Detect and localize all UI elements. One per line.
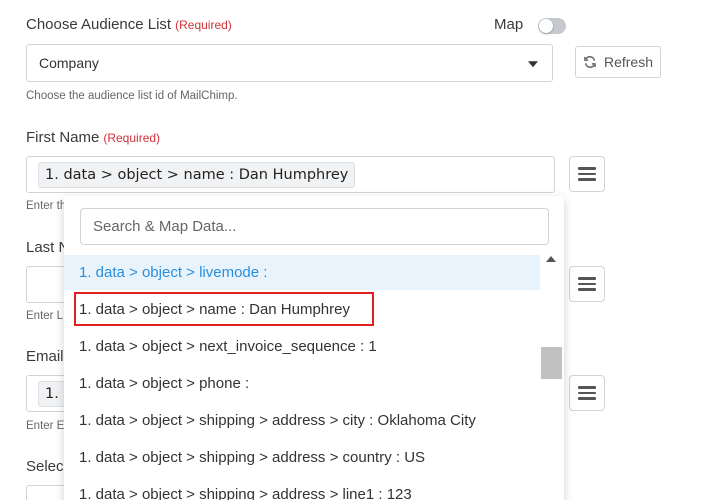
map-toggle[interactable] — [538, 18, 566, 34]
dropdown-option[interactable]: 1. data > object > livemode : — [64, 255, 540, 290]
dropdown-scrollbar[interactable] — [540, 252, 564, 500]
dropdown-option[interactable]: 1. data > object > phone : — [64, 366, 540, 401]
audience-selected-value: Company — [39, 55, 99, 71]
first-name-label: First Name (Required) — [26, 129, 160, 146]
dropdown-option[interactable]: 1. data > object > shipping > address > … — [64, 403, 540, 438]
menu-icon — [578, 167, 596, 170]
audience-hint: Choose the audience list id of MailChimp… — [26, 90, 238, 102]
mapped-token[interactable]: 1. data > object > name : Dan Humphrey — [38, 162, 356, 188]
email-label: Email — [26, 348, 64, 365]
last-name-menu-button[interactable] — [569, 266, 605, 302]
search-input[interactable]: Search & Map Data... — [80, 208, 549, 245]
dropdown-option[interactable]: 1. data > object > next_invoice_sequence… — [64, 329, 540, 364]
menu-icon — [578, 277, 596, 280]
dropdown-option[interactable]: 1. data > object > name : Dan Humphrey — [64, 292, 540, 327]
menu-icon — [578, 386, 596, 389]
refresh-button[interactable]: Refresh — [575, 46, 661, 78]
first-name-label-text: First Name — [26, 129, 100, 146]
last-name-label: Last N — [26, 239, 70, 256]
email-hint: Enter E — [26, 420, 65, 432]
audience-label-text: Choose Audience List — [26, 16, 172, 33]
dropdown-option[interactable]: 1. data > object > shipping > address > … — [64, 440, 540, 475]
select-label: Selec — [26, 458, 64, 475]
refresh-label: Refresh — [603, 54, 654, 70]
required-marker: (Required) — [103, 131, 161, 145]
first-name-field[interactable]: 1. data > object > name : Dan Humphrey — [26, 156, 555, 193]
scroll-up-arrow-icon[interactable] — [546, 256, 556, 262]
search-placeholder: Search & Map Data... — [93, 218, 237, 235]
map-data-dropdown: Search & Map Data... 1. data > object > … — [64, 196, 564, 500]
dropdown-option[interactable]: 1. data > object > shipping > address > … — [64, 477, 540, 500]
audience-label: Choose Audience List (Required) — [26, 16, 232, 33]
email-menu-button[interactable] — [569, 375, 605, 411]
mapped-token[interactable]: 1. — [38, 381, 66, 407]
required-marker: (Required) — [175, 18, 232, 32]
first-name-hint: Enter th — [26, 200, 67, 212]
refresh-icon — [584, 56, 596, 68]
first-name-menu-button[interactable] — [569, 156, 605, 192]
scroll-thumb[interactable] — [541, 347, 562, 379]
toggle-knob — [539, 19, 553, 33]
audience-select[interactable]: Company — [26, 44, 553, 82]
last-name-hint: Enter L — [26, 310, 64, 322]
chevron-down-icon — [528, 61, 538, 68]
map-label: Map — [494, 16, 524, 33]
